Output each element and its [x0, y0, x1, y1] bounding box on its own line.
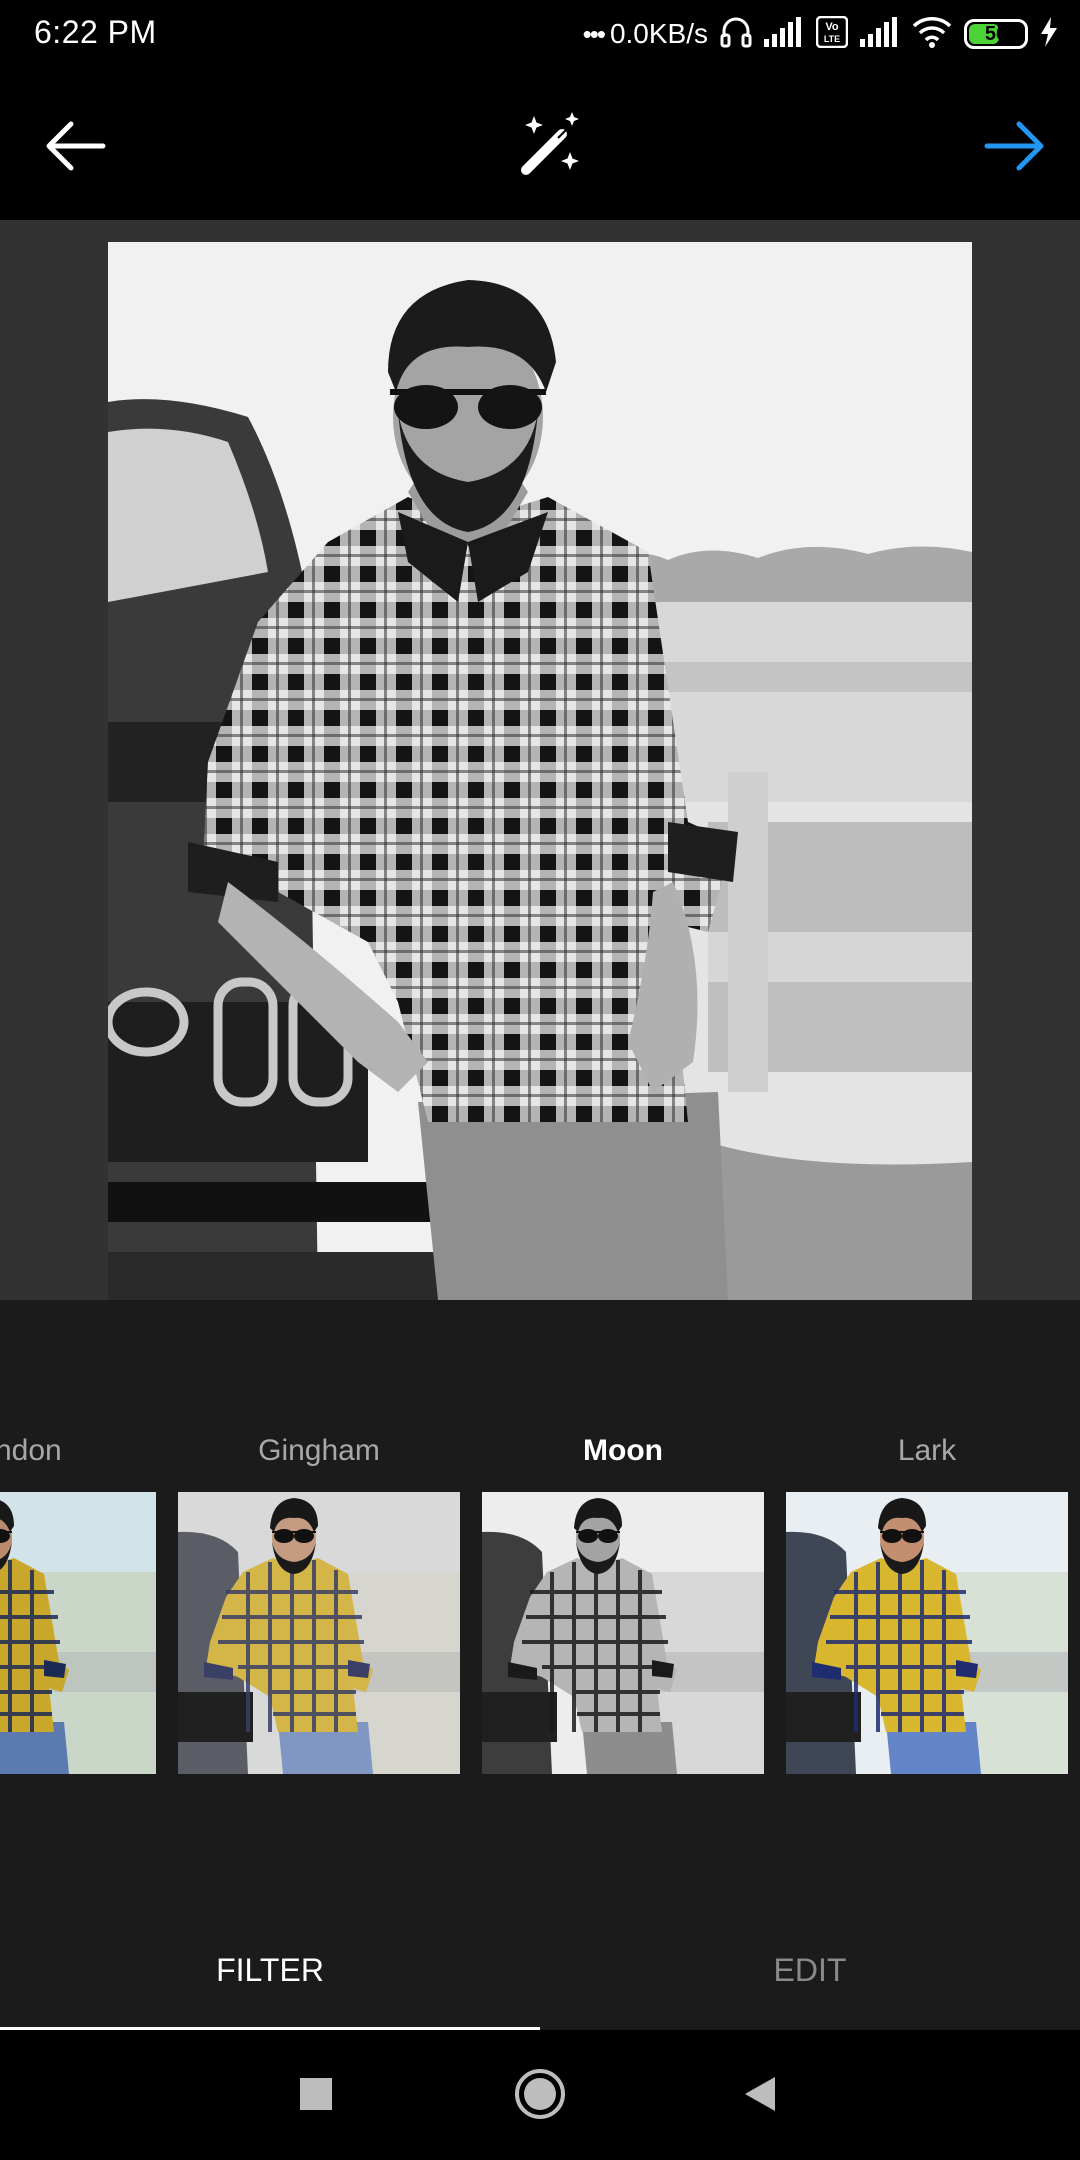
- filter-label: Lark: [897, 1434, 957, 1467]
- filter-thumbnail[interactable]: [178, 1492, 460, 1774]
- svg-text:LTE: LTE: [824, 34, 840, 44]
- more-dots-icon: •••: [582, 18, 606, 49]
- tab-filter[interactable]: FILTER: [0, 1930, 540, 2030]
- arrow-left-icon: [46, 121, 106, 171]
- arrow-right-icon: [984, 121, 1044, 171]
- filter-thumbnail[interactable]: [786, 1492, 1068, 1774]
- charging-icon: [1040, 16, 1058, 52]
- filter-item-clarendon[interactable]: rendon: [0, 1430, 156, 1774]
- recents-square-icon: [300, 2078, 332, 2110]
- photo-preview[interactable]: [108, 242, 972, 1300]
- auto-enhance-button[interactable]: [508, 104, 592, 188]
- filter-label: Moon: [583, 1434, 663, 1467]
- next-button[interactable]: [972, 104, 1056, 188]
- status-bar: 6:22 PM ••• 0.0KB/s Vo LTE 56: [0, 0, 1080, 68]
- navigation-bar: [0, 2030, 1080, 2160]
- back-button[interactable]: [34, 104, 118, 188]
- filter-item-lark[interactable]: Lark: [786, 1430, 1068, 1774]
- mode-tabs: FILTER EDIT: [0, 1930, 1080, 2030]
- svg-text:Vo: Vo: [825, 21, 839, 33]
- headphones-icon: [720, 15, 752, 54]
- signal-icon: [860, 16, 900, 52]
- system-back-button[interactable]: [728, 2062, 792, 2126]
- filter-label: rendon: [0, 1434, 62, 1467]
- wifi-icon: [912, 16, 952, 53]
- volte-icon: Vo LTE: [815, 15, 849, 53]
- back-triangle-icon: [745, 2077, 775, 2111]
- top-toolbar: [0, 68, 1080, 220]
- status-icons: ••• 0.0KB/s Vo LTE 56: [583, 12, 1058, 56]
- filter-strip: rendon Gingham Moon Lark: [0, 1300, 1080, 1930]
- home-button[interactable]: [508, 2062, 572, 2126]
- status-time: 6:22 PM: [34, 14, 157, 50]
- signal-icon: [764, 16, 804, 52]
- battery-level: 56: [984, 22, 1008, 45]
- filter-thumbnail[interactable]: [482, 1492, 764, 1774]
- home-circle-icon: [515, 2069, 565, 2119]
- filter-editor-screen: 6:22 PM ••• 0.0KB/s Vo LTE 56 ndon Gingh…: [0, 0, 1080, 2160]
- magic-wand-icon: [521, 112, 579, 175]
- filter-label: Gingham: [258, 1434, 380, 1467]
- tab-edit[interactable]: EDIT: [540, 1930, 1080, 2030]
- recents-button[interactable]: [284, 2062, 348, 2126]
- photo-preview-area: [0, 220, 1080, 1300]
- network-speed: ••• 0.0KB/s: [583, 18, 708, 50]
- photo-image: [108, 242, 972, 1300]
- battery-icon: 56: [964, 19, 1028, 49]
- filter-thumbnail[interactable]: [0, 1492, 156, 1774]
- filter-item-gingham[interactable]: Gingham: [178, 1430, 460, 1774]
- network-speed-value: 0.0KB/s: [609, 18, 708, 49]
- filter-item-moon[interactable]: Moon: [482, 1430, 764, 1774]
